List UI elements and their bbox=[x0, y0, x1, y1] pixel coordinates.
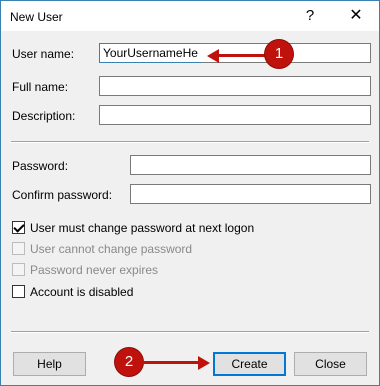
annotation-arrow-2-head bbox=[198, 356, 210, 370]
description-label: Description: bbox=[12, 109, 76, 123]
help-button[interactable]: Help bbox=[13, 352, 86, 376]
password-never-expires-label[interactable]: Password never expires bbox=[30, 263, 158, 277]
account-disabled-label[interactable]: Account is disabled bbox=[30, 285, 133, 299]
password-label: Password: bbox=[12, 159, 69, 173]
close-icon[interactable]: ✕ bbox=[333, 1, 379, 31]
separator-top bbox=[11, 141, 369, 143]
fullname-label: Full name: bbox=[12, 80, 69, 94]
cannot-change-password-label[interactable]: User cannot change password bbox=[30, 242, 192, 256]
username-label: User name: bbox=[12, 47, 75, 61]
password-field[interactable] bbox=[130, 155, 371, 175]
dialog-title: New User bbox=[10, 10, 63, 24]
new-user-dialog: New User ? ✕ User name: Full name: Descr… bbox=[0, 0, 380, 386]
annotation-badge-2: 2 bbox=[115, 348, 143, 376]
annotation-arrow-2 bbox=[143, 361, 199, 364]
annotation-arrow-1 bbox=[217, 54, 267, 57]
help-icon[interactable]: ? bbox=[287, 1, 333, 31]
confirm-password-label: Confirm password: bbox=[12, 188, 113, 202]
annotation-badge-1: 1 bbox=[265, 40, 293, 68]
must-change-password-checkbox[interactable] bbox=[12, 221, 25, 234]
separator-bottom bbox=[11, 331, 369, 333]
must-change-password-label[interactable]: User must change password at next logon bbox=[30, 221, 254, 235]
account-disabled-checkbox[interactable] bbox=[12, 285, 25, 298]
create-button[interactable]: Create bbox=[213, 352, 286, 376]
cannot-change-password-checkbox[interactable] bbox=[12, 242, 25, 255]
fullname-field[interactable] bbox=[99, 76, 371, 96]
password-never-expires-checkbox[interactable] bbox=[12, 263, 25, 276]
username-field[interactable] bbox=[99, 43, 202, 63]
description-field[interactable] bbox=[99, 105, 371, 125]
title-bar: New User ? ✕ bbox=[1, 1, 379, 31]
confirm-password-field[interactable] bbox=[130, 184, 371, 204]
close-button[interactable]: Close bbox=[294, 352, 367, 376]
